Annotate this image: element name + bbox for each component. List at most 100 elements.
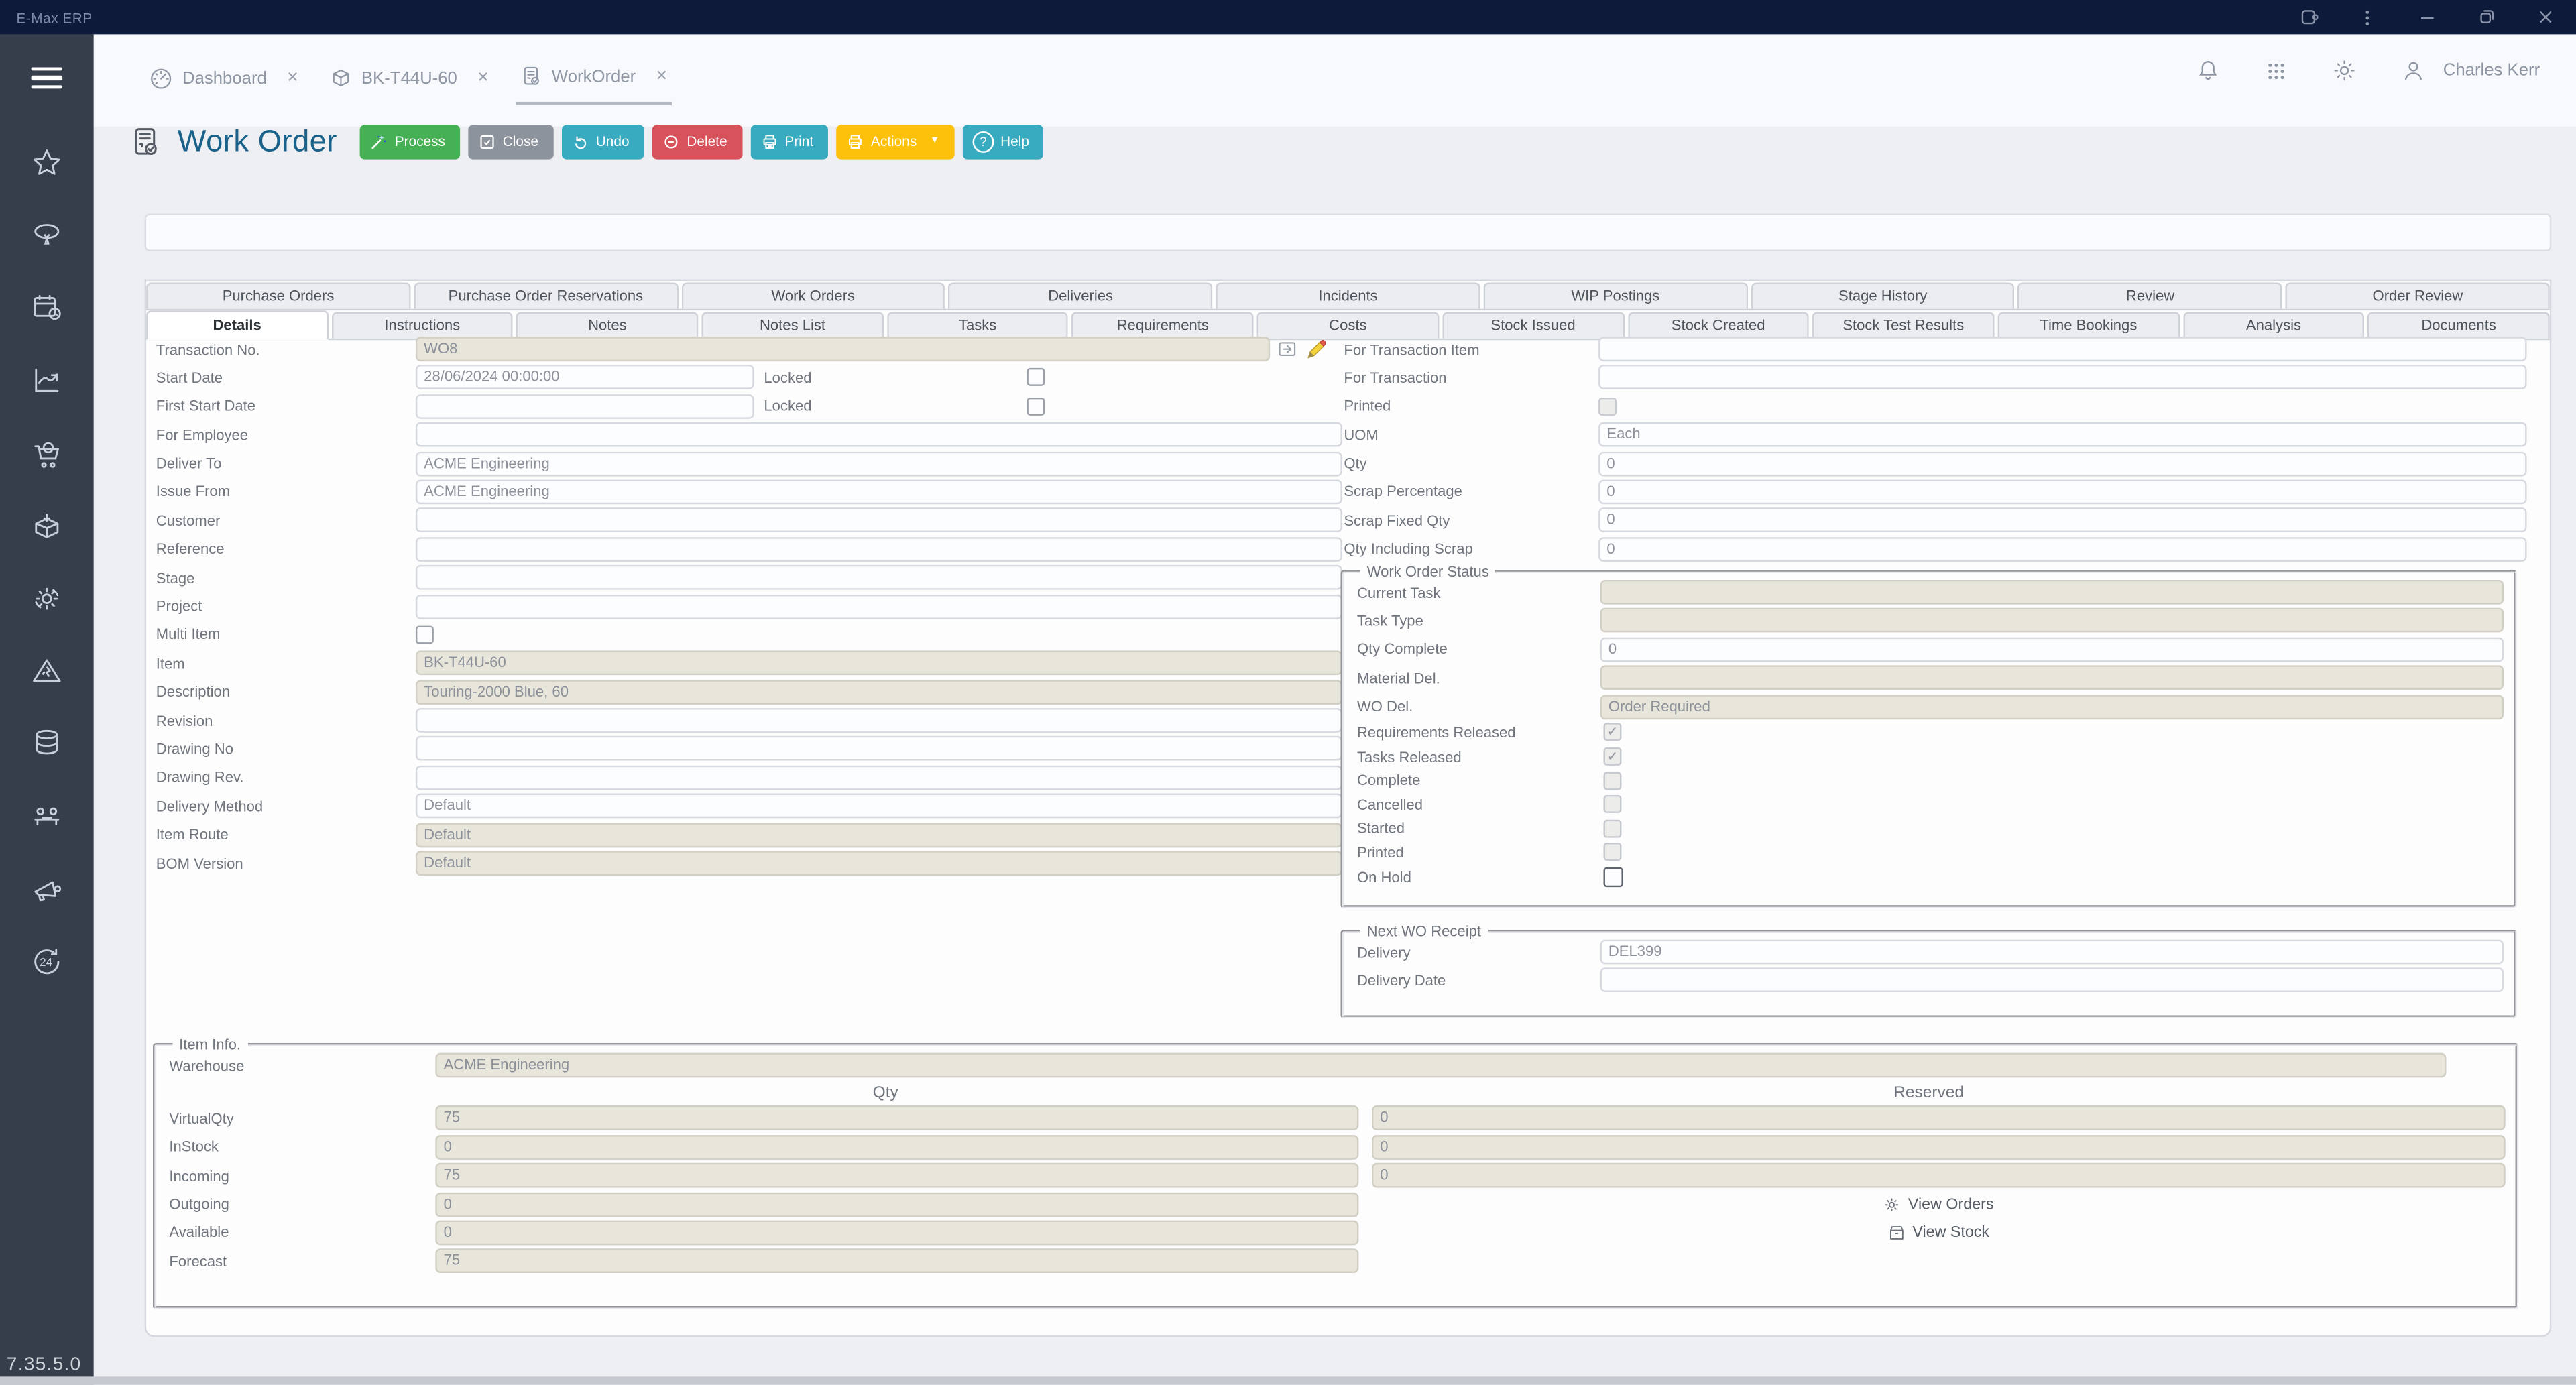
view-stock-link[interactable]: View Stock: [1888, 1223, 1989, 1242]
close-button[interactable]: Close: [468, 123, 554, 159]
qty-complete-field[interactable]: 0: [1600, 637, 2504, 662]
reference-field[interactable]: [415, 536, 1342, 562]
tab-incidents[interactable]: Incidents: [1216, 282, 1480, 309]
scrap-percentage-field[interactable]: 0: [1598, 479, 2527, 505]
bom-version-field[interactable]: Default: [415, 851, 1342, 876]
process-button[interactable]: Process: [360, 123, 461, 159]
close-window-button[interactable]: [2533, 6, 2556, 29]
description-label: Description: [156, 683, 231, 701]
tab-review[interactable]: Review: [2018, 282, 2283, 309]
qty-including-scrap-field[interactable]: 0: [1598, 536, 2527, 562]
help-question-icon: ?: [972, 130, 994, 152]
nav-tab-workorder[interactable]: WorkOrder ✕: [515, 54, 672, 105]
sidebar-item-hr[interactable]: [30, 219, 64, 253]
multi-item-checkbox[interactable]: [415, 625, 434, 644]
item-route-field[interactable]: Default: [415, 822, 1342, 847]
tab-order-review[interactable]: Order Review: [2285, 282, 2550, 309]
deliver-to-field[interactable]: ACME Engineering: [415, 450, 1342, 476]
tab-work-orders[interactable]: Work Orders: [681, 282, 945, 309]
sidebar-item-planning[interactable]: [30, 291, 64, 325]
on-hold-checkbox[interactable]: [1603, 866, 1623, 886]
sidebar-item-service-24h[interactable]: 24: [30, 945, 64, 979]
start-date-field[interactable]: 28/06/2024 00:00:00: [415, 365, 754, 390]
stage-field[interactable]: [415, 565, 1342, 590]
tab-documents[interactable]: Documents: [2367, 312, 2550, 339]
tab-purchase-order-reservations[interactable]: Purchase Order Reservations: [413, 282, 678, 309]
edit-pencil-icon[interactable]: [1305, 339, 1326, 360]
sidebar-item-goods-in[interactable]: [30, 509, 64, 544]
restore-button[interactable]: [2474, 6, 2497, 29]
tab-details[interactable]: Details: [146, 310, 329, 341]
tab-tasks[interactable]: Tasks: [886, 312, 1069, 339]
sidebar-item-incidents[interactable]: [30, 654, 64, 688]
project-field[interactable]: [415, 593, 1342, 619]
view-orders-link[interactable]: View Orders: [1883, 1195, 1994, 1213]
uom-field[interactable]: Each: [1598, 422, 2527, 447]
tab-costs[interactable]: Costs: [1256, 312, 1440, 339]
revision-field[interactable]: [415, 708, 1342, 733]
goto-transaction-icon[interactable]: [1277, 339, 1298, 360]
extension-icon[interactable]: [2297, 6, 2320, 29]
help-button[interactable]: ? Help: [962, 123, 1044, 159]
hamburger-menu-icon[interactable]: [31, 67, 63, 89]
first-start-date-locked-checkbox[interactable]: [1027, 397, 1045, 416]
sidebar-item-analytics[interactable]: [30, 363, 64, 398]
tab-stock-issued[interactable]: Stock Issued: [1442, 312, 1625, 339]
item-field[interactable]: BK-T44U-60: [415, 651, 1342, 676]
delivery-field[interactable]: DEL399: [1600, 939, 2504, 965]
issue-from-field[interactable]: ACME Engineering: [415, 479, 1342, 505]
delete-button[interactable]: Delete: [652, 123, 742, 159]
close-tab-icon[interactable]: ✕: [477, 69, 489, 87]
scrap-fixed-qty-field[interactable]: 0: [1598, 507, 2527, 533]
user-avatar-icon[interactable]: [2400, 58, 2426, 84]
sidebar-item-announcements[interactable]: [30, 872, 64, 906]
sidebar-item-data[interactable]: [30, 726, 64, 760]
settings-gear-icon[interactable]: [2331, 58, 2357, 84]
tab-analysis[interactable]: Analysis: [2182, 312, 2365, 339]
tab-notes-list[interactable]: Notes List: [701, 312, 884, 339]
tab-notes[interactable]: Notes: [516, 312, 699, 339]
user-name[interactable]: Charles Kerr: [2443, 61, 2540, 80]
drawing-rev-label: Drawing Rev.: [156, 769, 244, 786]
drawing-rev-field[interactable]: [415, 765, 1342, 790]
first-start-date-field[interactable]: [415, 394, 754, 419]
tab-stage-history[interactable]: Stage History: [1751, 282, 2015, 309]
undo-button[interactable]: Undo: [561, 123, 644, 159]
drawing-no-field[interactable]: [415, 736, 1342, 762]
sidebar-item-production[interactable]: [30, 581, 64, 615]
description-field[interactable]: Touring-2000 Blue, 60: [415, 679, 1342, 705]
tab-wip-postings[interactable]: WIP Postings: [1483, 282, 1748, 309]
notifications-bell-icon[interactable]: [2195, 58, 2221, 84]
qty-including-scrap-label: Qty Including Scrap: [1344, 540, 1473, 558]
horizontal-scrollbar[interactable]: [0, 1376, 2576, 1385]
tab-instructions[interactable]: Instructions: [331, 312, 514, 339]
qty-field[interactable]: 0: [1598, 450, 2527, 476]
for-employee-field[interactable]: [415, 422, 1342, 447]
tab-stock-test-results[interactable]: Stock Test Results: [1812, 312, 1995, 339]
delivery-date-field[interactable]: [1600, 968, 2504, 993]
actions-button[interactable]: Actions ▼: [836, 123, 955, 159]
close-tab-icon[interactable]: ✕: [286, 69, 298, 87]
tab-deliveries[interactable]: Deliveries: [948, 282, 1213, 309]
customer-field[interactable]: [415, 507, 1342, 533]
tab-purchase-orders[interactable]: Purchase Orders: [146, 282, 411, 309]
sidebar-item-purchasing[interactable]: [30, 437, 64, 471]
apps-grid-icon[interactable]: [2264, 58, 2289, 83]
sidebar-item-favorites[interactable]: [30, 146, 64, 180]
for-transaction-item-field[interactable]: [1598, 337, 2527, 362]
tab-stock-created[interactable]: Stock Created: [1627, 312, 1810, 339]
delivery-method-field[interactable]: Default: [415, 794, 1342, 819]
print-button[interactable]: Print: [750, 123, 829, 159]
start-date-locked-checkbox[interactable]: [1027, 368, 1045, 387]
minimize-button[interactable]: [2415, 6, 2438, 29]
for-transaction-label: For Transaction: [1344, 369, 1447, 386]
nav-tab-item[interactable]: BK-T44U-60 ✕: [325, 56, 493, 103]
menu-kebab-icon[interactable]: [2356, 6, 2379, 29]
sidebar-item-meetings[interactable]: [30, 800, 64, 834]
transaction-no-field[interactable]: WO8: [415, 337, 1271, 362]
tab-time-bookings[interactable]: Time Bookings: [1997, 312, 2180, 339]
close-tab-icon[interactable]: ✕: [656, 67, 668, 85]
for-transaction-field[interactable]: [1598, 365, 2527, 390]
tab-requirements[interactable]: Requirements: [1071, 312, 1254, 339]
nav-tab-dashboard[interactable]: Dashboard ✕: [145, 55, 302, 105]
